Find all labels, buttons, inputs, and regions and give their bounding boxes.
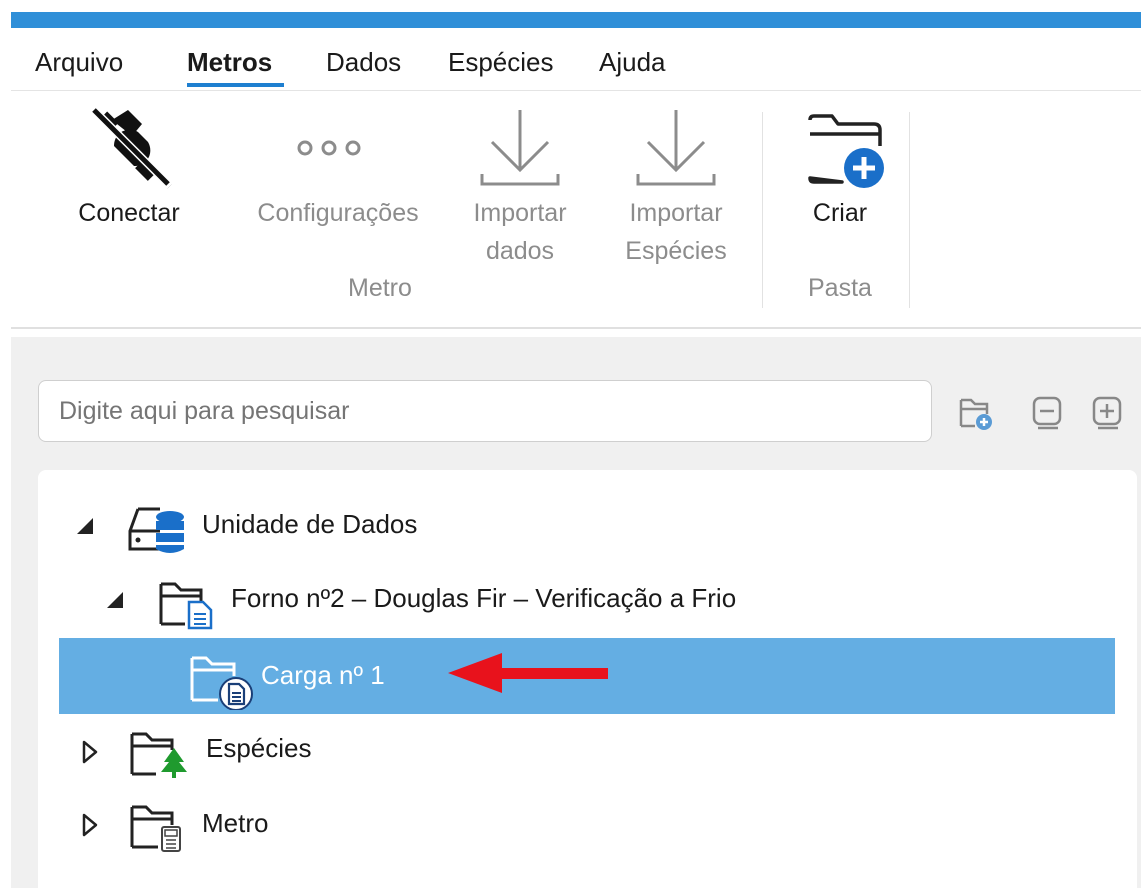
collapse-all-icon[interactable]	[1028, 392, 1068, 432]
menu-metros[interactable]: Metros	[187, 47, 272, 78]
settings-label: Configurações	[257, 199, 419, 227]
create-folder-button[interactable]: Criar	[790, 92, 890, 232]
new-folder-icon[interactable]	[955, 392, 995, 432]
import-species-button[interactable]: Importar Espécies	[608, 92, 744, 272]
menu-dados[interactable]: Dados	[326, 47, 401, 78]
import-species-label-2: Espécies	[625, 237, 727, 265]
tree-item-unidade-de-dados[interactable]: Unidade de Dados	[202, 509, 417, 540]
settings-button[interactable]: Configurações	[238, 92, 438, 232]
ribbon-separator-2	[909, 112, 910, 308]
create-label: Criar	[812, 199, 868, 227]
tree-item-carga-label: Carga nº 1	[261, 660, 385, 690]
folder-document-icon	[159, 582, 213, 630]
tree-item-forno[interactable]: Forno nº2 – Douglas Fir – Verificação a …	[231, 583, 736, 614]
tree-item-especies[interactable]: Espécies	[206, 733, 312, 764]
download-arrow-icon	[636, 110, 716, 186]
ribbon-divider	[11, 327, 1141, 329]
ellipsis-icon	[297, 140, 361, 156]
expanded-arrow-icon[interactable]	[105, 590, 125, 610]
red-arrow-icon	[448, 653, 608, 693]
menu-especies[interactable]: Espécies	[448, 47, 554, 78]
connect-label: Conectar	[78, 199, 180, 227]
collapsed-arrow-icon[interactable]	[80, 740, 100, 764]
database-drive-icon	[128, 507, 184, 553]
import-data-button[interactable]: Importar dados	[455, 92, 585, 272]
expand-all-icon[interactable]	[1088, 392, 1128, 432]
title-accent-bar	[11, 12, 1141, 28]
collapsed-arrow-icon[interactable]	[80, 813, 100, 837]
expanded-arrow-icon[interactable]	[75, 516, 95, 536]
connect-button[interactable]: Conectar	[64, 92, 194, 232]
menu-arquivo[interactable]: Arquivo	[35, 47, 123, 78]
import-data-label-1: Importar	[473, 199, 567, 227]
tree-item-metro[interactable]: Metro	[202, 808, 268, 839]
folder-tree-icon	[130, 732, 187, 778]
group-label-pasta: Pasta	[808, 274, 872, 302]
search-input[interactable]	[38, 380, 932, 442]
plug-disconnected-icon	[89, 106, 173, 189]
active-tab-indicator	[187, 83, 284, 87]
import-data-label-2: dados	[485, 237, 555, 265]
import-species-label-1: Importar	[629, 199, 723, 227]
ribbon: Conectar Configurações Importar dados Im…	[0, 92, 1141, 328]
ribbon-separator	[762, 112, 763, 308]
menu-ajuda[interactable]: Ajuda	[599, 47, 666, 78]
folder-document-icon	[190, 656, 253, 710]
download-arrow-icon	[480, 110, 560, 186]
menu-bar: Arquivo Metros Dados Espécies Ajuda	[11, 44, 1141, 91]
group-label-metro: Metro	[348, 274, 412, 302]
folder-meter-icon	[130, 805, 181, 852]
folder-add-icon	[808, 114, 884, 188]
